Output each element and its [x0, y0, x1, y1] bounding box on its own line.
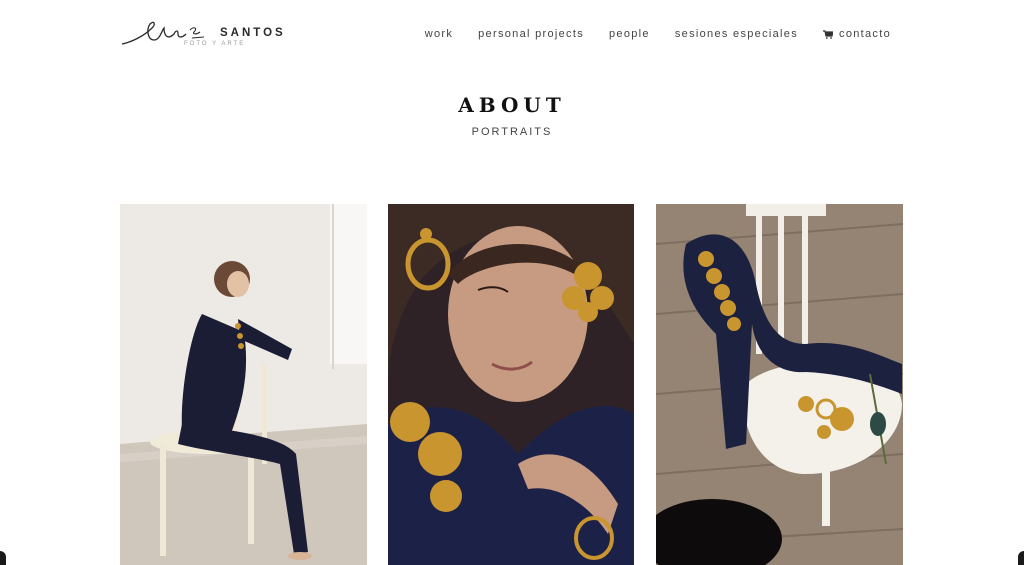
nav-work[interactable]: work — [425, 28, 453, 40]
logo[interactable]: SANTOS FOTO Y ARTE — [120, 16, 300, 52]
page-subtitle: PORTRAITS — [471, 126, 553, 138]
window-corner-left — [0, 551, 6, 565]
page-title: ABOUT — [458, 93, 566, 117]
brand-tagline: FOTO Y ARTE — [184, 41, 246, 47]
main-nav: work personal projects people sesiones e… — [425, 28, 891, 40]
window-corner-right — [1018, 551, 1024, 565]
nav-personal-projects[interactable]: personal projects — [478, 28, 584, 40]
nav-contacto-label: contacto — [839, 28, 891, 40]
photo-woman-seated-on-chair[interactable] — [120, 204, 367, 565]
brand-name: SANTOS — [220, 27, 286, 39]
photo-woman-portrait-earrings[interactable] — [388, 204, 634, 565]
photo-chair-velvet-jewelry[interactable] — [656, 204, 903, 565]
nav-contacto[interactable]: contacto — [823, 28, 891, 40]
nav-people[interactable]: people — [609, 28, 650, 40]
nav-sesiones-especiales[interactable]: sesiones especiales — [675, 28, 798, 40]
cart-icon — [823, 29, 834, 39]
